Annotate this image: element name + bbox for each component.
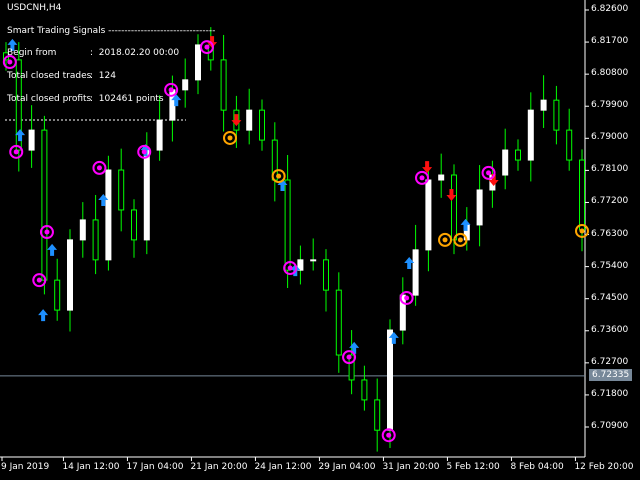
bull-candle xyxy=(105,169,112,261)
closed-profits-value: : 102461 points xyxy=(90,94,164,104)
bear-candle xyxy=(335,289,342,356)
open-circle-dot xyxy=(404,295,410,301)
bull-candle xyxy=(246,109,253,131)
bear-candle xyxy=(579,159,585,231)
bull-candle xyxy=(412,249,419,296)
bear-candle xyxy=(566,129,573,161)
bull-candle xyxy=(540,99,547,111)
time-tick-label: 5 Feb 12:00 xyxy=(446,462,500,472)
close-circle-dot xyxy=(227,135,233,141)
time-tick-label: 24 Jan 12:00 xyxy=(254,462,312,472)
open-circle-dot xyxy=(287,265,293,271)
time-tick-label: 8 Feb 04:00 xyxy=(510,462,564,472)
time-tick-label: 17 Jan 04:00 xyxy=(126,462,184,472)
bear-candle xyxy=(361,379,368,401)
open-circle-dot xyxy=(7,59,13,65)
symbol-label: USDCNH,H4 xyxy=(7,3,62,13)
price-tick-label: 6.72700 xyxy=(591,356,629,367)
bull-candle xyxy=(156,119,163,151)
price-tick-label: 6.77200 xyxy=(591,196,629,207)
close-circle-dot xyxy=(457,237,463,243)
closed-trades-text: 124 xyxy=(98,71,116,81)
current-price-label: 6.72335 xyxy=(589,368,633,381)
price-tick-label: 6.78100 xyxy=(591,164,629,175)
bear-candle xyxy=(515,149,521,161)
close-circle-dot xyxy=(579,228,585,234)
price-tick-label: 6.73600 xyxy=(591,324,629,335)
time-tick-label: 9 Jan 2019 xyxy=(1,462,50,472)
open-circle-dot xyxy=(168,87,174,93)
price-tick-label: 6.79000 xyxy=(591,132,629,143)
close-circle-dot xyxy=(276,173,282,179)
bear-candle xyxy=(220,59,227,111)
time-tick-label: 14 Jan 12:00 xyxy=(62,462,120,472)
bull-candle xyxy=(502,149,509,176)
open-circle-dot xyxy=(36,277,42,283)
open-circle-dot xyxy=(346,354,352,360)
open-circle-dot xyxy=(386,432,392,438)
bull-candle xyxy=(425,179,432,251)
time-tick-label: 21 Jan 20:00 xyxy=(190,462,248,472)
bear-candle xyxy=(451,174,457,241)
price-tick-label: 6.75400 xyxy=(591,260,629,271)
bull-candle xyxy=(476,189,483,226)
bear-candle xyxy=(323,259,329,291)
bull-candle xyxy=(143,149,150,241)
open-circle-dot xyxy=(486,170,492,176)
sell-arrow-icon xyxy=(231,114,242,127)
open-circle-dot xyxy=(44,229,50,235)
price-tick-label: 6.81700 xyxy=(591,36,629,47)
open-circle-dot xyxy=(204,44,210,50)
bear-candle xyxy=(92,219,99,261)
signals-panel-title: Smart Trading Signals ------------------… xyxy=(7,26,216,36)
begin-from-text: 2018.02.20 00:00 xyxy=(98,48,180,58)
time-tick-label: 29 Jan 04:00 xyxy=(318,462,376,472)
bull-candle xyxy=(387,329,393,431)
time-tick-label: 12 Feb 20:00 xyxy=(574,462,634,472)
time-tick-label: 31 Jan 20:00 xyxy=(382,462,440,472)
price-tick-label: 6.70900 xyxy=(591,421,629,431)
chart-window[interactable]: USDCNH,H4 Smart Trading Signals --------… xyxy=(0,0,640,480)
buy-arrow-icon xyxy=(38,309,49,322)
price-tick-label: 6.82600 xyxy=(591,4,629,14)
bull-candle xyxy=(438,174,445,181)
bull-candle xyxy=(28,129,35,151)
bear-candle xyxy=(553,99,560,131)
bear-candle xyxy=(284,179,291,271)
closed-trades-label: Total closed trades xyxy=(7,71,92,81)
bear-candle xyxy=(54,279,61,311)
price-tick-label: 6.76300 xyxy=(591,228,629,239)
price-tick-label: 6.74500 xyxy=(591,292,629,303)
bull-candle xyxy=(527,109,534,161)
open-circle-dot xyxy=(13,149,19,155)
begin-from-label: Begin from xyxy=(7,48,57,58)
price-tick-label: 6.80800 xyxy=(591,68,629,79)
bull-candle xyxy=(310,259,317,262)
bear-candle xyxy=(41,129,48,281)
bear-candle xyxy=(118,169,125,211)
bear-candle xyxy=(259,109,265,141)
open-circle-dot xyxy=(419,175,425,181)
bull-candle xyxy=(182,79,189,91)
price-tick-label: 6.79900 xyxy=(591,100,629,111)
open-circle-dot xyxy=(96,165,102,171)
closed-trades-value: : 124 xyxy=(90,71,116,81)
buy-arrow-icon xyxy=(47,243,58,256)
bull-candle xyxy=(67,239,73,311)
bull-candle xyxy=(195,44,201,81)
price-tick-label: 6.71800 xyxy=(591,388,629,399)
open-circle-dot xyxy=(141,149,147,155)
bull-candle xyxy=(79,219,86,241)
begin-from-value: : 2018.02.20 00:00 xyxy=(90,48,180,58)
bear-candle xyxy=(131,209,137,241)
closed-profits-label: Total closed profits xyxy=(7,94,92,104)
closed-profits-text: 102461 points xyxy=(98,94,164,104)
bear-candle xyxy=(374,399,381,431)
close-circle-dot xyxy=(442,237,448,243)
